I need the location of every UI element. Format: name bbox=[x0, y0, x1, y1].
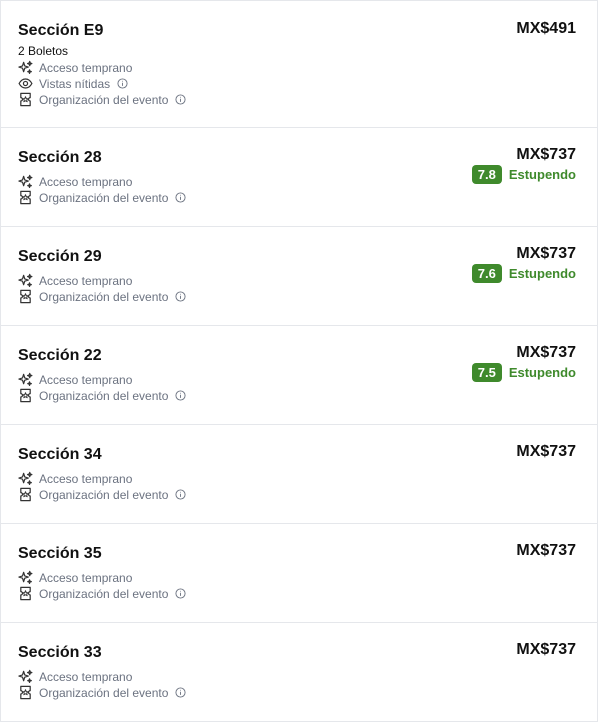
section-title: Sección E9 bbox=[18, 22, 104, 39]
feature-event-organization: Organización del evento bbox=[18, 586, 186, 601]
feature-label: Acceso temprano bbox=[39, 174, 133, 189]
info-icon[interactable] bbox=[175, 94, 186, 105]
feature-clear-views: Vistas nítidas bbox=[18, 76, 128, 91]
feature-early-access: Acceso temprano bbox=[18, 570, 132, 585]
feature-label: Organización del evento bbox=[39, 487, 169, 502]
ticket-listing-card[interactable]: Sección 34 MX$737 Acceso temprano Organi… bbox=[0, 425, 598, 524]
price: MX$737 bbox=[516, 443, 576, 460]
ticket-listing-card[interactable]: Sección 35 MX$737 Acceso temprano Organi… bbox=[0, 524, 598, 623]
sparkle-icon bbox=[18, 471, 33, 486]
price: MX$737 bbox=[516, 542, 576, 559]
info-icon[interactable] bbox=[175, 588, 186, 599]
feature-event-organization: Organización del evento bbox=[18, 92, 186, 107]
price: MX$737 bbox=[516, 146, 576, 163]
ticket-listing-card[interactable]: Sección E9 2 Boletos MX$491 Acceso tempr… bbox=[0, 0, 598, 128]
feature-label: Acceso temprano bbox=[39, 570, 133, 585]
ticket-icon bbox=[18, 289, 33, 304]
eye-icon bbox=[18, 76, 33, 91]
section-title: Sección 28 bbox=[18, 149, 102, 166]
section-title: Sección 33 bbox=[18, 644, 102, 661]
info-icon[interactable] bbox=[175, 687, 186, 698]
sparkle-icon bbox=[18, 60, 33, 75]
feature-event-organization: Organización del evento bbox=[18, 190, 186, 205]
ticket-icon bbox=[18, 190, 33, 205]
feature-label: Vistas nítidas bbox=[39, 76, 111, 91]
rating-label: Estupendo bbox=[508, 167, 576, 182]
feature-label: Organización del evento bbox=[39, 190, 169, 205]
rating-score: 7.8 bbox=[471, 165, 502, 184]
ticket-icon bbox=[18, 487, 33, 502]
feature-early-access: Acceso temprano bbox=[18, 174, 132, 189]
feature-label: Organización del evento bbox=[39, 289, 169, 304]
rating-label: Estupendo bbox=[508, 266, 576, 281]
sparkle-icon bbox=[18, 669, 33, 684]
section-title: Sección 29 bbox=[18, 248, 102, 265]
rating-label: Estupendo bbox=[508, 365, 576, 380]
ticket-count: 2 Boletos bbox=[18, 44, 69, 58]
info-icon[interactable] bbox=[117, 78, 128, 89]
ticket-icon bbox=[18, 92, 33, 107]
rating: 7.8 Estupendo bbox=[471, 165, 576, 184]
info-icon[interactable] bbox=[175, 192, 186, 203]
ticket-icon bbox=[18, 685, 33, 700]
sparkle-icon bbox=[18, 372, 33, 387]
info-icon[interactable] bbox=[175, 291, 186, 302]
feature-event-organization: Organización del evento bbox=[18, 289, 186, 304]
feature-early-access: Acceso temprano bbox=[18, 60, 132, 75]
feature-label: Organización del evento bbox=[39, 586, 169, 601]
feature-label: Organización del evento bbox=[39, 92, 169, 107]
rating: 7.6 Estupendo bbox=[471, 264, 576, 283]
rating-score: 7.6 bbox=[471, 264, 502, 283]
feature-label: Acceso temprano bbox=[39, 60, 133, 75]
ticket-listing-card[interactable]: Sección 29 MX$737 7.6 Estupendo Acceso t… bbox=[0, 227, 598, 326]
sparkle-icon bbox=[18, 273, 33, 288]
feature-event-organization: Organización del evento bbox=[18, 388, 186, 403]
price: MX$737 bbox=[516, 245, 576, 262]
rating: 7.5 Estupendo bbox=[471, 363, 576, 382]
rating-score: 7.5 bbox=[471, 363, 502, 382]
feature-early-access: Acceso temprano bbox=[18, 669, 132, 684]
feature-label: Acceso temprano bbox=[39, 471, 133, 486]
price: MX$491 bbox=[516, 20, 576, 37]
sparkle-icon bbox=[18, 174, 33, 189]
price: MX$737 bbox=[516, 641, 576, 658]
feature-early-access: Acceso temprano bbox=[18, 372, 132, 387]
section-title: Sección 34 bbox=[18, 446, 102, 463]
section-title: Sección 22 bbox=[18, 347, 102, 364]
section-title: Sección 35 bbox=[18, 545, 102, 562]
feature-early-access: Acceso temprano bbox=[18, 471, 132, 486]
ticket-listing-card[interactable]: Sección 22 MX$737 7.5 Estupendo Acceso t… bbox=[0, 326, 598, 425]
price: MX$737 bbox=[516, 344, 576, 361]
ticket-icon bbox=[18, 586, 33, 601]
feature-event-organization: Organización del evento bbox=[18, 685, 186, 700]
feature-early-access: Acceso temprano bbox=[18, 273, 132, 288]
ticket-listing-card[interactable]: Sección 28 MX$737 7.8 Estupendo Acceso t… bbox=[0, 128, 598, 227]
feature-label: Acceso temprano bbox=[39, 372, 133, 387]
ticket-icon bbox=[18, 388, 33, 403]
ticket-listing: Sección E9 2 Boletos MX$491 Acceso tempr… bbox=[0, 0, 598, 722]
feature-label: Organización del evento bbox=[39, 685, 169, 700]
feature-label: Acceso temprano bbox=[39, 669, 133, 684]
info-icon[interactable] bbox=[175, 489, 186, 500]
ticket-listing-card[interactable]: Sección 33 MX$737 Acceso temprano Organi… bbox=[0, 623, 598, 722]
info-icon[interactable] bbox=[175, 390, 186, 401]
feature-label: Organización del evento bbox=[39, 388, 169, 403]
feature-label: Acceso temprano bbox=[39, 273, 133, 288]
feature-event-organization: Organización del evento bbox=[18, 487, 186, 502]
sparkle-icon bbox=[18, 570, 33, 585]
